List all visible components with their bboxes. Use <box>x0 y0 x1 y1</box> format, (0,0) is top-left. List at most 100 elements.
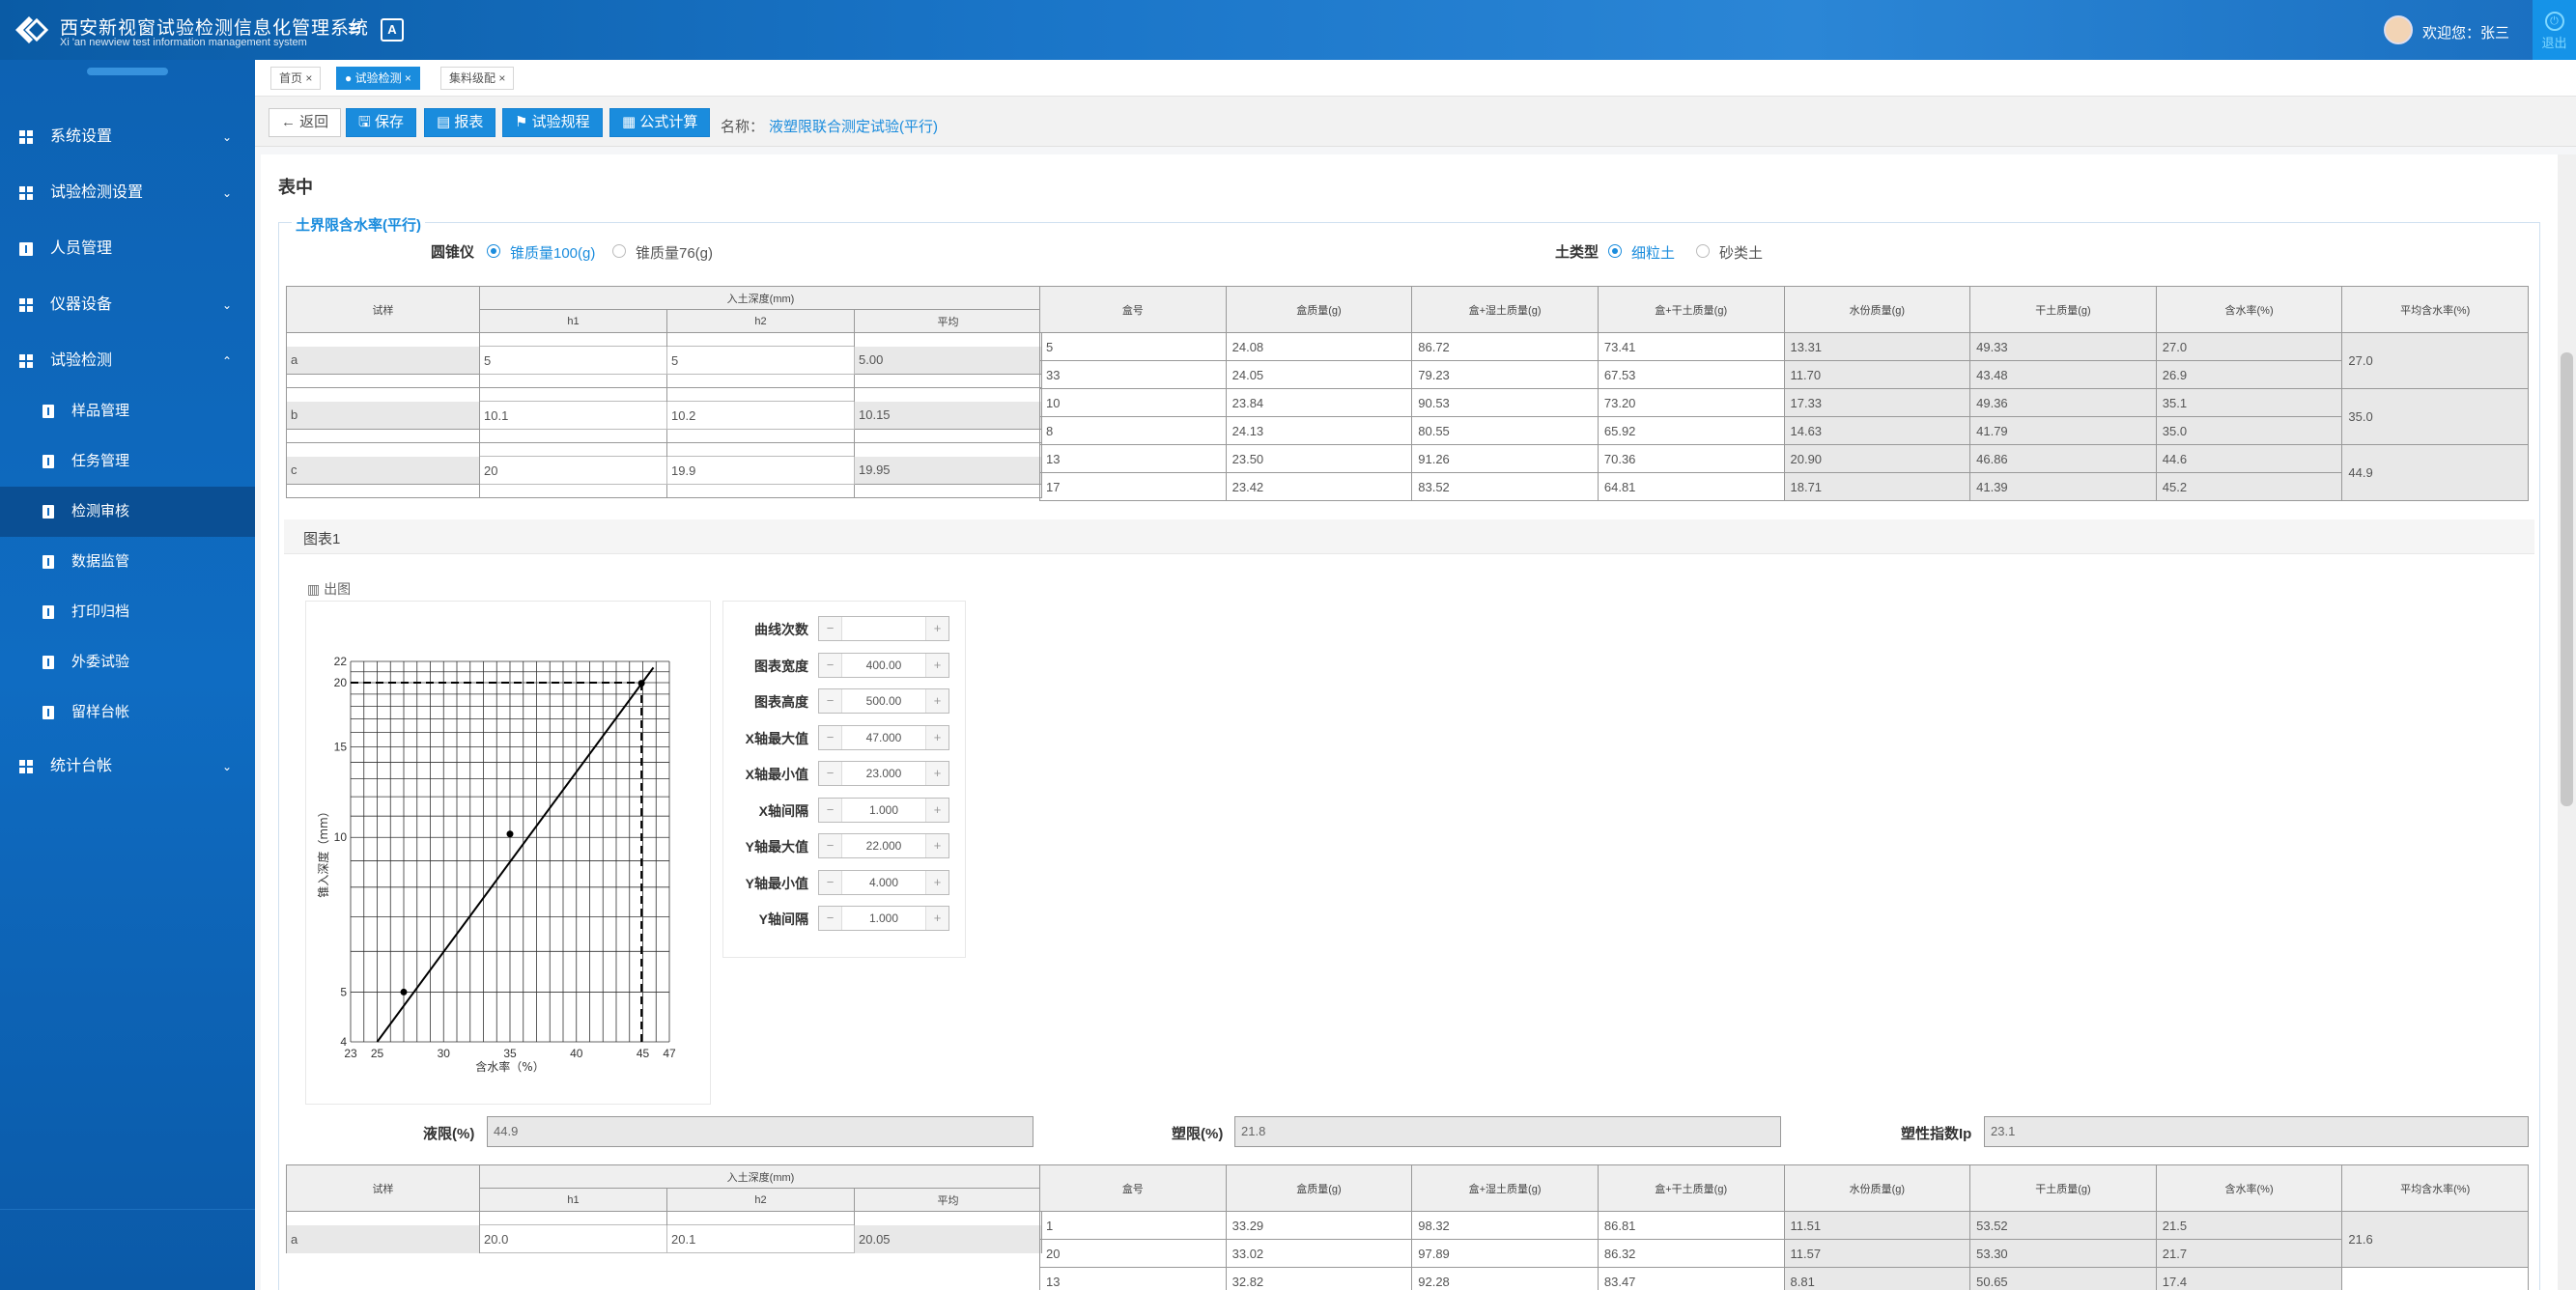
minus-icon[interactable]: − <box>819 653 842 677</box>
param-value-input[interactable] <box>842 617 925 640</box>
plus-icon[interactable]: + <box>925 798 948 822</box>
param-stepper[interactable]: −23.000 + <box>818 761 949 786</box>
table-cell[interactable]: 23.50 <box>1225 444 1413 473</box>
radio-cone-100[interactable] <box>487 244 500 258</box>
param-stepper[interactable]: − + <box>818 616 949 641</box>
table-cell[interactable]: 83.52 <box>1411 472 1599 501</box>
sidebar-subitem-tasks[interactable]: 任务管理 <box>0 436 255 487</box>
table-cell[interactable]: 10 <box>1039 388 1227 417</box>
plus-icon[interactable]: + <box>925 834 948 857</box>
minus-icon[interactable]: − <box>819 834 842 857</box>
test-name[interactable]: 液塑限联合测定试验(平行) <box>769 116 938 136</box>
table-cell[interactable]: 86.32 <box>1597 1239 1785 1268</box>
radio-cone-76-label[interactable]: 锥质量76(g) <box>636 242 713 263</box>
sidebar-subitem-samples[interactable]: 样品管理 <box>0 386 255 436</box>
h1-input[interactable]: 20 <box>479 456 667 485</box>
table-cell[interactable]: 13 <box>1039 444 1227 473</box>
sidebar-subitem-archive[interactable]: 打印归档 <box>0 587 255 637</box>
h2-input[interactable]: 5 <box>666 346 855 375</box>
table-cell[interactable]: 13 <box>1039 1267 1227 1290</box>
table-cell[interactable]: 32.82 <box>1225 1267 1413 1290</box>
plot-button[interactable]: ▥ 出图 <box>307 579 351 599</box>
param-stepper[interactable]: −1.000 + <box>818 906 949 931</box>
table-cell[interactable]: 64.81 <box>1597 472 1785 501</box>
table-cell[interactable]: 67.53 <box>1597 360 1785 389</box>
table-cell[interactable]: 70.36 <box>1597 444 1785 473</box>
table-cell[interactable]: 8 <box>1039 416 1227 445</box>
table-cell[interactable]: 73.20 <box>1597 388 1785 417</box>
radio-sandy-soil-label[interactable]: 砂类土 <box>1719 242 1763 263</box>
table-cell[interactable]: 98.32 <box>1411 1211 1599 1240</box>
table-cell[interactable]: 33 <box>1039 360 1227 389</box>
table-cell[interactable]: 83.47 <box>1597 1267 1785 1290</box>
param-stepper[interactable]: −47.000 + <box>818 724 949 750</box>
param-value-input[interactable]: 47.000 <box>842 726 925 749</box>
minus-icon[interactable]: − <box>819 617 842 640</box>
table-cell[interactable]: 92.28 <box>1411 1267 1599 1290</box>
param-value-input[interactable]: 22.000 <box>842 834 925 857</box>
param-stepper[interactable]: −1.000 + <box>818 797 949 823</box>
minus-icon[interactable]: − <box>819 798 842 822</box>
tab-testing[interactable]: ● 试验检测 × <box>336 67 420 90</box>
param-value-input[interactable]: 400.00 <box>842 654 925 677</box>
sidebar-item-instruments[interactable]: 仪器设备 ⌄ <box>0 280 255 330</box>
table-cell[interactable]: 80.55 <box>1411 416 1599 445</box>
formula-button[interactable]: ▦ 公式计算 <box>609 108 711 137</box>
param-value-input[interactable]: 500.00 <box>842 689 925 713</box>
minus-icon[interactable]: − <box>819 870 842 894</box>
table-cell[interactable]: 97.89 <box>1411 1239 1599 1268</box>
table-cell[interactable]: 90.53 <box>1411 388 1599 417</box>
plus-icon[interactable]: + <box>925 762 948 785</box>
table-cell[interactable]: 86.72 <box>1411 332 1599 361</box>
param-value-input[interactable]: 4.000 <box>842 871 925 894</box>
table-cell[interactable]: 33.02 <box>1225 1239 1413 1268</box>
sidebar-item-personnel[interactable]: 人员管理 <box>0 224 255 274</box>
param-value-input[interactable]: 23.000 <box>842 762 925 785</box>
radio-cone-100-label[interactable]: 锥质量100(g) <box>510 242 595 263</box>
minus-icon[interactable]: − <box>819 689 842 713</box>
minus-icon[interactable]: − <box>819 725 842 749</box>
param-stepper[interactable]: −500.00 + <box>818 688 949 714</box>
sidebar-subitem-retained-samples[interactable]: 留样台帐 <box>0 687 255 738</box>
plus-icon[interactable]: + <box>925 653 948 677</box>
table-cell[interactable]: 20 <box>1039 1239 1227 1268</box>
sidebar-subitem-outsourced[interactable]: 外委试验 <box>0 637 255 687</box>
plus-icon[interactable]: + <box>925 617 948 640</box>
sidebar-item-statistics[interactable]: 统计台帐 ⌄ <box>0 742 255 792</box>
plus-icon[interactable]: + <box>925 907 948 930</box>
avatar[interactable] <box>2384 15 2413 44</box>
logout-button[interactable]: ⏻ 退出 <box>2533 0 2576 60</box>
tab-aggregate-grading[interactable]: 集料级配 × <box>440 67 515 90</box>
radio-fine-soil[interactable] <box>1608 244 1622 258</box>
radio-fine-soil-label[interactable]: 细粒土 <box>1631 242 1675 263</box>
table-cell[interactable]: 23.42 <box>1225 472 1413 501</box>
h2-input[interactable]: 20.1 <box>666 1224 855 1253</box>
table-cell[interactable]: 24.05 <box>1225 360 1413 389</box>
minus-icon[interactable]: − <box>819 907 842 930</box>
test-rules-button[interactable]: ⚑ 试验规程 <box>502 108 603 137</box>
param-stepper[interactable]: −4.000 + <box>818 869 949 895</box>
param-stepper[interactable]: −22.000 + <box>818 833 949 858</box>
save-button[interactable]: 🖫 保存 <box>346 108 416 137</box>
table-cell[interactable]: 1 <box>1039 1211 1227 1240</box>
radio-sandy-soil[interactable] <box>1696 244 1710 258</box>
report-button[interactable]: ▤ 报表 <box>424 108 496 137</box>
param-value-input[interactable]: 1.000 <box>842 799 925 822</box>
minus-icon[interactable]: − <box>819 762 842 785</box>
table-cell[interactable]: 33.29 <box>1225 1211 1413 1240</box>
param-value-input[interactable]: 1.000 <box>842 907 925 930</box>
table-cell[interactable]: 79.23 <box>1411 360 1599 389</box>
font-size-icon[interactable]: A <box>381 18 404 42</box>
h2-input[interactable]: 10.2 <box>666 401 855 430</box>
plus-icon[interactable]: + <box>925 689 948 713</box>
table-cell[interactable]: 73.41 <box>1597 332 1785 361</box>
table-cell[interactable]: 65.92 <box>1597 416 1785 445</box>
radio-cone-76[interactable] <box>612 244 626 258</box>
h1-input[interactable]: 20.0 <box>479 1224 667 1253</box>
plus-icon[interactable]: + <box>925 725 948 749</box>
param-stepper[interactable]: −400.00 + <box>818 652 949 678</box>
tab-home[interactable]: 首页 × <box>270 67 322 90</box>
sidebar-item-test-settings[interactable]: 试验检测设置 ⌄ <box>0 168 255 218</box>
sidebar-item-testing[interactable]: 试验检测 ⌃ <box>0 336 255 386</box>
h1-input[interactable]: 5 <box>479 346 667 375</box>
